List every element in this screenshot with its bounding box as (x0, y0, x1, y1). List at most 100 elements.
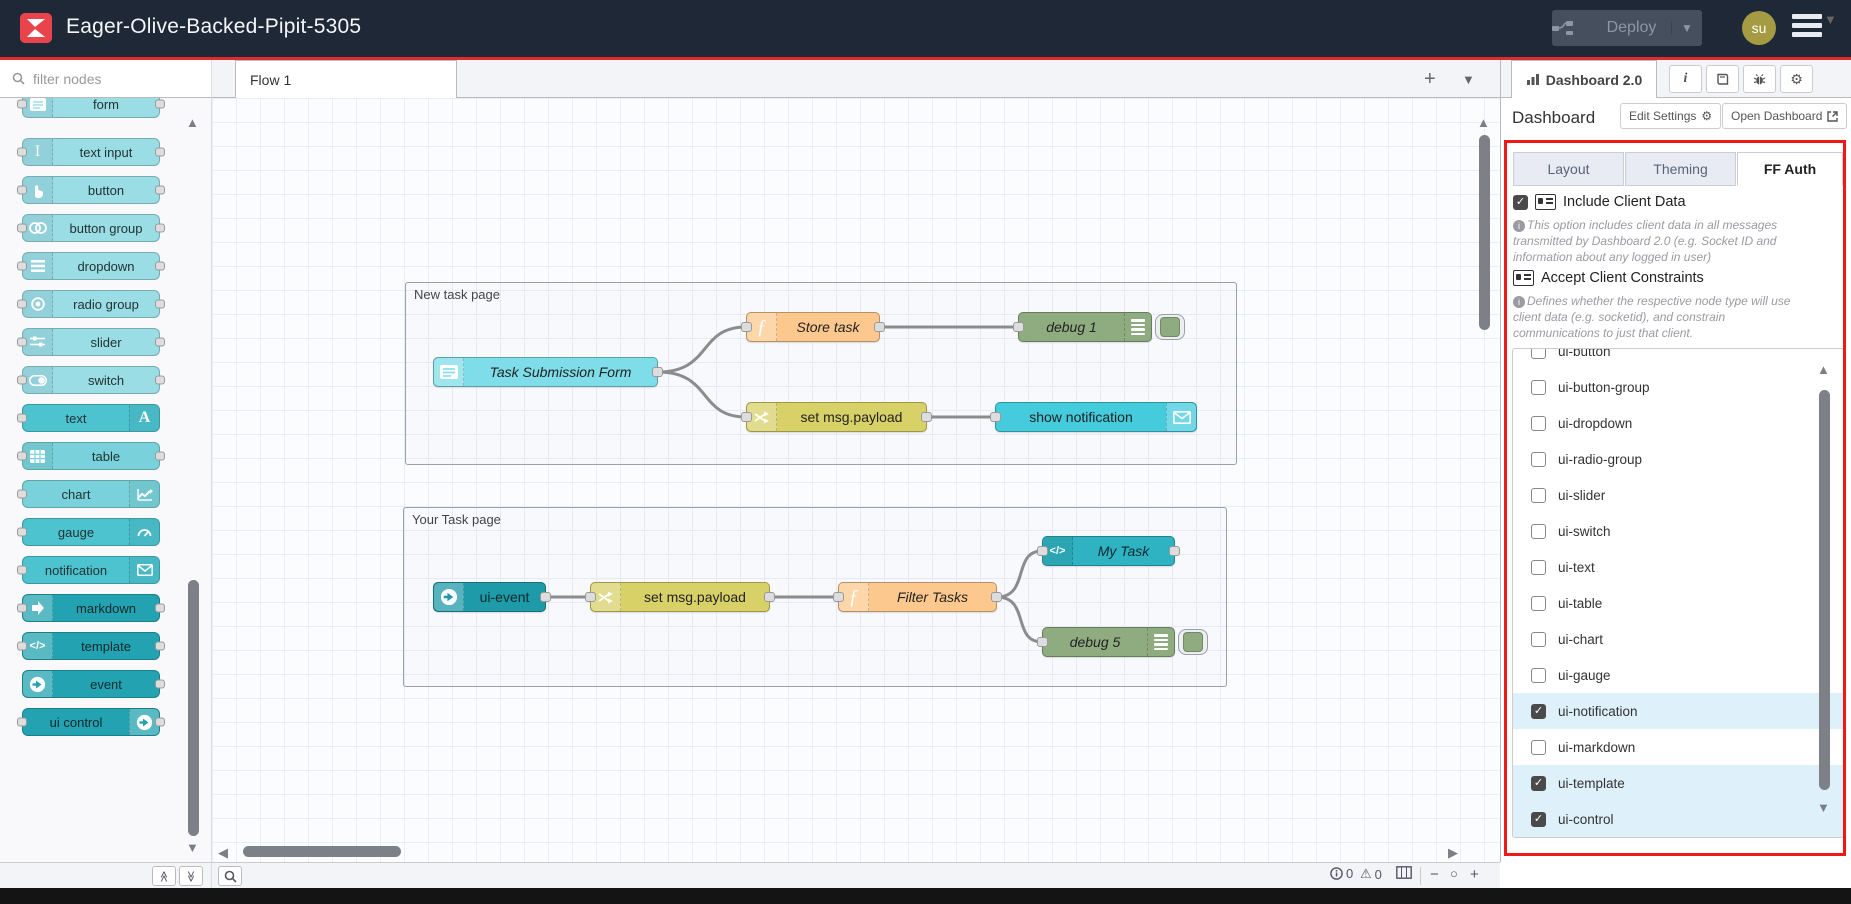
node-ui-event[interactable]: ui-event (433, 582, 546, 612)
checkbox[interactable] (1531, 560, 1546, 575)
port[interactable] (17, 528, 27, 537)
port[interactable] (17, 604, 27, 613)
include-client-data-checkbox[interactable]: ✓ (1513, 195, 1528, 210)
checkbox[interactable]: ✓ (1531, 776, 1546, 791)
list-scroll-up-icon[interactable]: ▲ (1817, 362, 1830, 377)
debug-toggle-button[interactable] (1178, 629, 1208, 655)
port[interactable] (17, 642, 27, 651)
list-item-ui-button[interactable]: ui-button (1513, 348, 1843, 369)
port[interactable] (1037, 546, 1048, 556)
node-show-notification[interactable]: show notification (995, 402, 1197, 432)
canvas-horizontal-scrollbar[interactable] (243, 846, 401, 857)
checkbox[interactable] (1531, 668, 1546, 683)
palette-node-dropdown[interactable]: dropdown (22, 252, 160, 280)
checkbox[interactable] (1531, 524, 1546, 539)
port[interactable] (17, 186, 27, 195)
deploy-caret-icon[interactable]: ▼ (1671, 21, 1702, 35)
flow-list-caret-icon[interactable]: ▼ (1462, 72, 1475, 87)
port[interactable] (155, 224, 165, 233)
open-dashboard-button[interactable]: Open Dashboard (1722, 103, 1847, 129)
palette-node-template[interactable]: </> template (22, 632, 160, 660)
port[interactable] (17, 300, 27, 309)
port[interactable] (155, 680, 165, 689)
port[interactable] (17, 718, 27, 727)
port[interactable] (155, 100, 165, 109)
port[interactable] (17, 490, 27, 499)
node-debug-5[interactable]: debug 5 (1042, 627, 1175, 657)
port[interactable] (17, 452, 27, 461)
checkbox[interactable] (1531, 416, 1546, 431)
palette-node-event[interactable]: event (22, 670, 160, 698)
port[interactable] (155, 186, 165, 195)
port[interactable] (652, 367, 663, 377)
node-set-msg-payload-2[interactable]: set msg.payload (590, 582, 770, 612)
checkbox[interactable]: ✓ (1531, 704, 1546, 719)
port[interactable] (17, 338, 27, 347)
zoom-reset-button[interactable]: ○ (1450, 866, 1458, 881)
canvas-scroll-right-icon[interactable]: ▶ (1448, 845, 1458, 861)
port[interactable] (155, 376, 165, 385)
list-item-ui-dropdown[interactable]: ui-dropdown (1513, 405, 1843, 441)
tab-theming[interactable]: Theming (1625, 152, 1736, 186)
add-flow-button[interactable]: + (1424, 68, 1436, 91)
palette-node-slider[interactable]: slider (22, 328, 160, 356)
port[interactable] (990, 412, 1001, 422)
canvas-scroll-left-icon[interactable]: ◀ (218, 845, 228, 861)
palette-node-switch[interactable]: switch (22, 366, 160, 394)
port[interactable] (1169, 546, 1180, 556)
checkbox[interactable] (1531, 488, 1546, 503)
port[interactable] (585, 592, 596, 602)
config-nodes-button[interactable]: ⚙ (1780, 65, 1813, 93)
palette-node-text[interactable]: text A (22, 404, 160, 432)
palette-node-button[interactable]: button (22, 176, 160, 204)
port[interactable] (155, 642, 165, 651)
warning-count[interactable]: ⚠ 0 (1360, 866, 1382, 882)
node-task-submission-form[interactable]: Task Submission Form (433, 357, 658, 387)
checkbox[interactable] (1531, 740, 1546, 755)
palette-node-ui-control[interactable]: ui control (22, 708, 160, 736)
zoom-out-button[interactable]: − (1430, 866, 1439, 883)
sidebar-menu-caret-icon[interactable]: ▼ (1824, 12, 1837, 27)
list-item-ui-button-group[interactable]: ui-button-group (1513, 369, 1843, 405)
palette-node-button-group[interactable]: button group (22, 214, 160, 242)
palette-node-markdown[interactable]: markdown (22, 594, 160, 622)
navigator-button[interactable] (1396, 866, 1412, 879)
port[interactable] (17, 414, 27, 423)
canvas-scroll-up-icon[interactable]: ▲ (1477, 115, 1490, 130)
canvas-vertical-scrollbar[interactable] (1479, 135, 1490, 330)
tab-dashboard-2[interactable]: Dashboard 2.0 (1511, 60, 1657, 98)
list-item-ui-slider[interactable]: ui-slider (1513, 477, 1843, 513)
list-item-ui-radio-group[interactable]: ui-radio-group (1513, 441, 1843, 477)
list-item-ui-control[interactable]: ✓ui-control (1513, 801, 1843, 837)
checkbox[interactable] (1531, 380, 1546, 395)
list-item-ui-text[interactable]: ui-text (1513, 549, 1843, 585)
info-tab-button[interactable]: i (1669, 65, 1702, 93)
zoom-in-button[interactable]: + (1470, 866, 1479, 883)
debug-toggle-button[interactable] (1155, 314, 1185, 340)
list-item-ui-chart[interactable]: ui-chart (1513, 621, 1843, 657)
tab-flow-1[interactable]: Flow 1 (235, 60, 457, 98)
port[interactable] (17, 224, 27, 233)
port[interactable] (540, 592, 551, 602)
palette-node-radio-group[interactable]: radio group (22, 290, 160, 318)
port[interactable] (155, 262, 165, 271)
port[interactable] (155, 300, 165, 309)
tab-layout[interactable]: Layout (1513, 152, 1624, 186)
user-avatar[interactable]: su (1742, 11, 1776, 45)
list-item-ui-template[interactable]: ✓ui-template (1513, 765, 1843, 801)
node-filter-tasks[interactable]: ƒ Filter Tasks (838, 582, 997, 612)
palette-node-text-input[interactable]: I text input (22, 138, 160, 166)
deploy-button[interactable]: Deploy ▼ (1552, 10, 1702, 46)
port[interactable] (991, 592, 1002, 602)
palette-scrollbar[interactable] (188, 580, 199, 836)
list-scroll-down-icon[interactable]: ▼ (1817, 800, 1830, 815)
error-count[interactable]: 0 (1330, 866, 1353, 881)
flow-canvas[interactable]: New task page Your Task page Task Submis… (212, 98, 1500, 862)
port[interactable] (155, 148, 165, 157)
palette-node-notification[interactable]: notification (22, 556, 160, 584)
node-my-task[interactable]: </> My Task (1042, 536, 1175, 566)
node-store-task[interactable]: ƒ Store task (746, 312, 880, 342)
port[interactable] (1013, 322, 1024, 332)
main-menu-icon[interactable] (1792, 14, 1822, 41)
checkbox[interactable] (1531, 596, 1546, 611)
